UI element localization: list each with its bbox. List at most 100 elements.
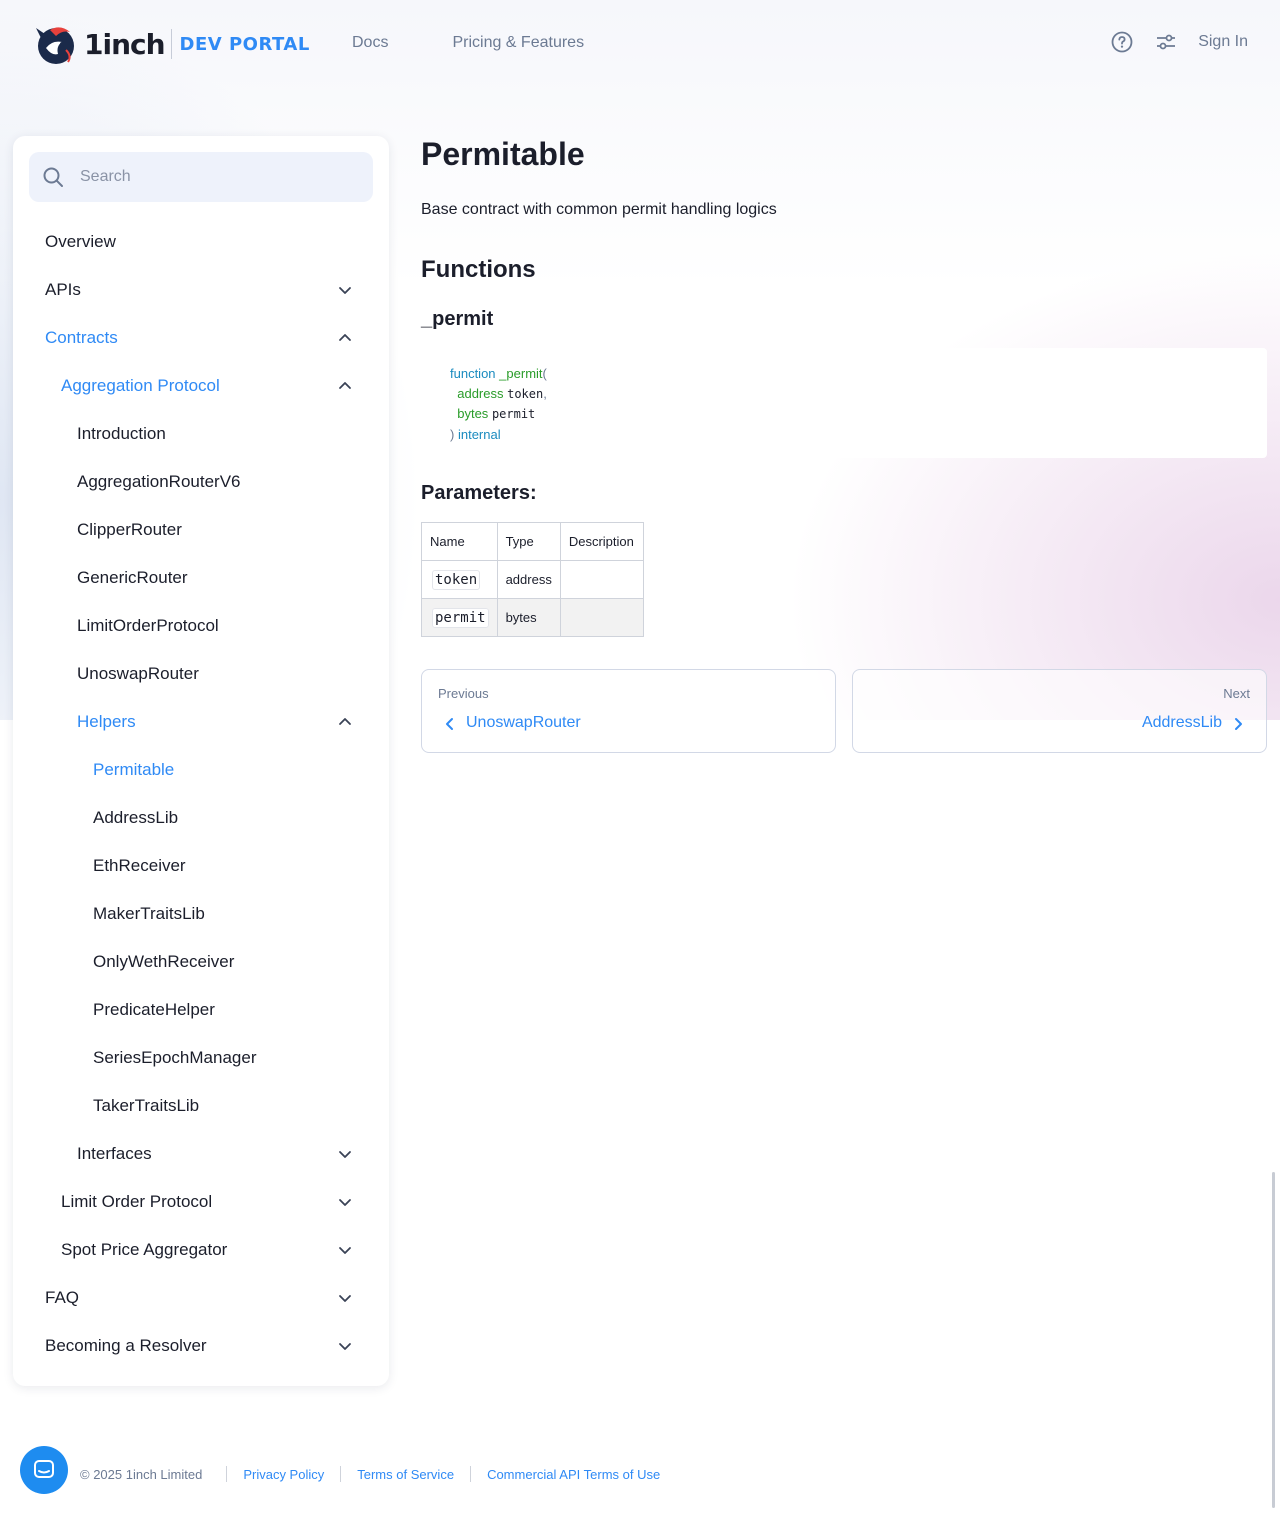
- chevron-down-icon[interactable]: [335, 1144, 355, 1164]
- table-cell: bytes: [496, 598, 561, 637]
- chevron-right-icon: [1235, 718, 1242, 730]
- sidebar-item-permitable[interactable]: Permitable: [13, 746, 389, 794]
- sidebar-item-genericrouter[interactable]: GenericRouter: [13, 554, 389, 602]
- previous-title: UnoswapRouter: [466, 714, 581, 731]
- sidebar-item-label: Introduction: [77, 424, 166, 443]
- function-name-heading: _permit: [421, 308, 494, 330]
- sidebar-item-label: AddressLib: [93, 808, 179, 827]
- code-function-name: _permit: [499, 366, 543, 381]
- previous-page-link[interactable]: Previous UnoswapRouter: [421, 669, 836, 753]
- sidebar-item-predicatehelper[interactable]: PredicateHelper: [13, 986, 389, 1034]
- chevron-down-icon[interactable]: [335, 1240, 355, 1260]
- sidebar-item-aggregationrouterv6[interactable]: AggregationRouterV6: [13, 458, 389, 506]
- sidebar-item-label: Spot Price Aggregator: [61, 1240, 228, 1259]
- help-icon[interactable]: [1110, 30, 1134, 54]
- column-header: Name: [421, 522, 498, 561]
- nav-docs[interactable]: Docs: [352, 34, 388, 52]
- chevron-down-icon[interactable]: [335, 1288, 355, 1308]
- sidebar-item-label: Overview: [45, 232, 116, 251]
- page-description: Base contract with common permit handlin…: [421, 201, 777, 218]
- page-scrollbar[interactable]: [1272, 1172, 1275, 1508]
- sidebar-item-label: APIs: [45, 280, 81, 299]
- code-line: function _permit(: [450, 364, 1238, 384]
- code-identifier: token: [507, 386, 544, 401]
- sidebar-item-label: Interfaces: [77, 1144, 152, 1163]
- table-cell: token: [421, 560, 498, 599]
- sidebar-item-ethreceiver[interactable]: EthReceiver: [13, 842, 389, 890]
- sidebar-item-limitorderprotocol[interactable]: LimitOrderProtocol: [13, 602, 389, 650]
- sidebar-item-label: SeriesEpochManager: [93, 1048, 257, 1067]
- sidebar-item-unoswaprouter[interactable]: UnoswapRouter: [13, 650, 389, 698]
- column-header: Description: [559, 522, 644, 561]
- sidebar-item-takertraitslib[interactable]: TakerTraitsLib: [13, 1082, 389, 1130]
- copyright-text: © 2025 1inch Limited: [80, 1466, 203, 1482]
- param-name: token: [432, 569, 481, 590]
- table-cell: [559, 598, 644, 637]
- sidebar-item-label: Contracts: [45, 328, 118, 347]
- sidebar-item-label: GenericRouter: [77, 568, 188, 587]
- sidebar-item-onlywethreceiver[interactable]: OnlyWethReceiver: [13, 938, 389, 986]
- search-input[interactable]: [80, 168, 340, 186]
- table-cell: [559, 560, 644, 599]
- chevron-down-icon[interactable]: [335, 1336, 355, 1356]
- code-comma: ,: [543, 385, 547, 401]
- code-visibility: internal: [457, 426, 501, 442]
- previous-label: Previous: [438, 686, 489, 701]
- sidebar-item-apis[interactable]: APIs: [13, 266, 389, 314]
- sidebar-item-label: ClipperRouter: [77, 520, 182, 539]
- chevron-down-icon[interactable]: [335, 280, 355, 300]
- footer: © 2025 1inch Limited Privacy Policy Term…: [80, 1466, 660, 1482]
- sidebar-item-addresslib[interactable]: AddressLib: [13, 794, 389, 842]
- sidebar-item-clipperrouter[interactable]: ClipperRouter: [13, 506, 389, 554]
- sidebar-item-faq[interactable]: FAQ: [13, 1274, 389, 1322]
- sidebar-item-label: OnlyWethReceiver: [93, 952, 235, 971]
- sign-in-link[interactable]: Sign In: [1198, 33, 1248, 51]
- privacy-policy-link[interactable]: Privacy Policy: [243, 1467, 324, 1482]
- logo[interactable]: 1inch DEV PORTAL: [32, 20, 310, 68]
- sidebar-item-seriesepochmanager[interactable]: SeriesEpochManager: [13, 1034, 389, 1082]
- sidebar-item-label: Aggregation Protocol: [61, 376, 220, 395]
- logo-subtitle: DEV PORTAL: [179, 33, 310, 55]
- sidebar-item-overview[interactable]: Overview: [13, 218, 389, 266]
- footer-divider: [226, 1466, 228, 1482]
- top-header: 1inch DEV PORTAL Docs Pricing & Features…: [0, 0, 1280, 88]
- code-keyword: function: [450, 366, 496, 381]
- chevron-up-icon[interactable]: [335, 328, 355, 348]
- sidebar-item-makertraitslib[interactable]: MakerTraitsLib: [13, 890, 389, 938]
- sidebar-item-label: FAQ: [45, 1288, 80, 1307]
- code-line: address token,: [450, 384, 1238, 405]
- sidebar-item-limit-order-protocol[interactable]: Limit Order Protocol: [13, 1178, 389, 1226]
- header-actions: Sign In: [1110, 30, 1248, 54]
- sidebar-item-spot-price-aggregator[interactable]: Spot Price Aggregator: [13, 1226, 389, 1274]
- parameters-heading: Parameters:: [421, 482, 537, 504]
- nav-pricing-features[interactable]: Pricing & Features: [452, 34, 584, 52]
- search-box[interactable]: [29, 152, 373, 202]
- sidebar-item-label: EthReceiver: [93, 856, 186, 875]
- sidebar-item-becoming-a-resolver[interactable]: Becoming a Resolver: [13, 1322, 389, 1370]
- code-open-paren: (: [542, 366, 547, 381]
- chevron-left-icon: [446, 718, 453, 730]
- chevron-up-icon[interactable]: [335, 712, 355, 732]
- next-page-link[interactable]: Next AddressLib: [852, 669, 1267, 753]
- sidebar-item-label: Limit Order Protocol: [61, 1192, 213, 1211]
- chat-support-button[interactable]: [20, 1446, 68, 1494]
- unicorn-logo-icon: [36, 27, 74, 64]
- sidebar-item-label: TakerTraitsLib: [93, 1096, 200, 1115]
- table-header-row: Name Type Description: [421, 522, 644, 561]
- parameters-table: Name Type Description token address perm…: [421, 522, 644, 637]
- commercial-api-terms-link[interactable]: Commercial API Terms of Use: [487, 1467, 660, 1482]
- chevron-up-icon[interactable]: [335, 376, 355, 396]
- sidebar-item-aggregation-protocol[interactable]: Aggregation Protocol: [13, 362, 389, 410]
- sidebar-item-helpers[interactable]: Helpers: [13, 698, 389, 746]
- terms-of-service-link[interactable]: Terms of Service: [357, 1467, 454, 1482]
- sidebar-item-introduction[interactable]: Introduction: [13, 410, 389, 458]
- main-nav: Docs Pricing & Features: [352, 34, 584, 52]
- sidebar-item-contracts[interactable]: Contracts: [13, 314, 389, 362]
- sidebar-item-label: UnoswapRouter: [77, 664, 199, 683]
- settings-sliders-icon[interactable]: [1154, 30, 1178, 54]
- chevron-down-icon[interactable]: [335, 1192, 355, 1212]
- code-identifier: permit: [491, 407, 536, 421]
- next-label: Next: [1223, 686, 1250, 701]
- sidebar-item-interfaces[interactable]: Interfaces: [13, 1130, 389, 1178]
- code-line: ) internal: [450, 425, 1238, 445]
